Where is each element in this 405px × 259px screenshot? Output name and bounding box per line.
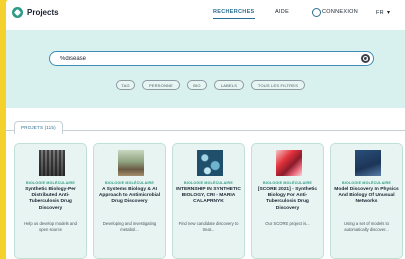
filter-all[interactable]: TOUS LES FILTRES	[251, 80, 305, 90]
card-title: Synthetic Biology-Per Distributed Anti-T…	[25, 187, 76, 211]
card-tag: BIOLOGIE MOLÉCULAIRE	[342, 181, 391, 185]
card-description: Find new candidate discovery to treat...	[178, 221, 239, 232]
card-tag: BIOLOGIE MOLÉCULAIRE	[263, 181, 312, 185]
nav-connexion[interactable]: CONNEXION	[322, 9, 358, 15]
card-title: Model Discovery In Physics And Biology O…	[334, 187, 399, 205]
nav-recherches[interactable]: RECHERCHES	[213, 9, 255, 19]
user-icon	[312, 8, 321, 17]
card-tag: BIOLOGIE MOLÉCULAIRE	[184, 181, 233, 185]
card-description: Help us develop models and open source	[24, 221, 77, 232]
card-thumbnail	[355, 150, 381, 176]
card-tag: BIOLOGIE MOLÉCULAIRE	[105, 181, 154, 185]
logo-text: Projects	[27, 8, 59, 17]
card-thumbnail	[118, 150, 144, 176]
card-thumbnail	[197, 150, 223, 176]
filter-personne[interactable]: PERSONNE	[142, 80, 180, 90]
project-card[interactable]: BIOLOGIE MOLÉCULAIRE Model Discovery In …	[330, 143, 403, 259]
project-card[interactable]: BIOLOGIE MOLÉCULAIRE Synthetic Biology-P…	[14, 143, 87, 259]
project-card[interactable]: BIOLOGIE MOLÉCULAIRE INTERNSHIP IN SYNTH…	[172, 143, 245, 259]
language-select[interactable]: FR ▾	[376, 9, 390, 16]
nav-aide[interactable]: AIDE	[275, 9, 289, 15]
card-title: [SCORE 2021] - Synthetic Biology For Ant…	[257, 187, 318, 211]
card-description: Using a set of models to automatically d…	[344, 221, 389, 232]
chevron-down-icon: ▾	[386, 10, 391, 16]
card-thumbnail	[39, 150, 65, 176]
results-tab-row	[6, 116, 405, 131]
logo-icon	[12, 7, 23, 18]
filter-labels[interactable]: LABELS	[214, 80, 244, 90]
search-bar[interactable]	[49, 51, 374, 66]
top-bar: Projects RECHERCHES AIDE CONNEXION FR ▾	[6, 0, 405, 30]
language-label: FR	[376, 10, 384, 16]
project-card[interactable]: BIOLOGIE MOLÉCULAIRE [SCORE 2021] - Synt…	[251, 143, 324, 259]
logo[interactable]: Projects	[12, 7, 59, 18]
filter-bio[interactable]: BIO	[187, 80, 207, 90]
filter-tag[interactable]: TAG	[116, 80, 135, 90]
card-tag: BIOLOGIE MOLÉCULAIRE	[26, 181, 75, 185]
search-icon[interactable]	[361, 54, 370, 63]
card-description: Developing and investigating metabol...	[102, 221, 157, 232]
tab-projets[interactable]: PROJETS (115)	[14, 121, 63, 134]
card-title: INTERNSHIP IN SYNTHETIC BIOLOGY, CRI - M…	[176, 187, 241, 205]
project-card[interactable]: BIOLOGIE MOLÉCULAIRE A Systems Biology &…	[93, 143, 166, 259]
card-description: Our SCORE project is...	[265, 221, 310, 226]
app-window: Projects RECHERCHES AIDE CONNEXION FR▾ T…	[6, 0, 405, 259]
search-band	[6, 30, 405, 108]
card-thumbnail	[276, 150, 302, 176]
search-input[interactable]	[60, 53, 350, 64]
card-title: A Systems Biology & AI Approach to Antim…	[98, 187, 161, 205]
